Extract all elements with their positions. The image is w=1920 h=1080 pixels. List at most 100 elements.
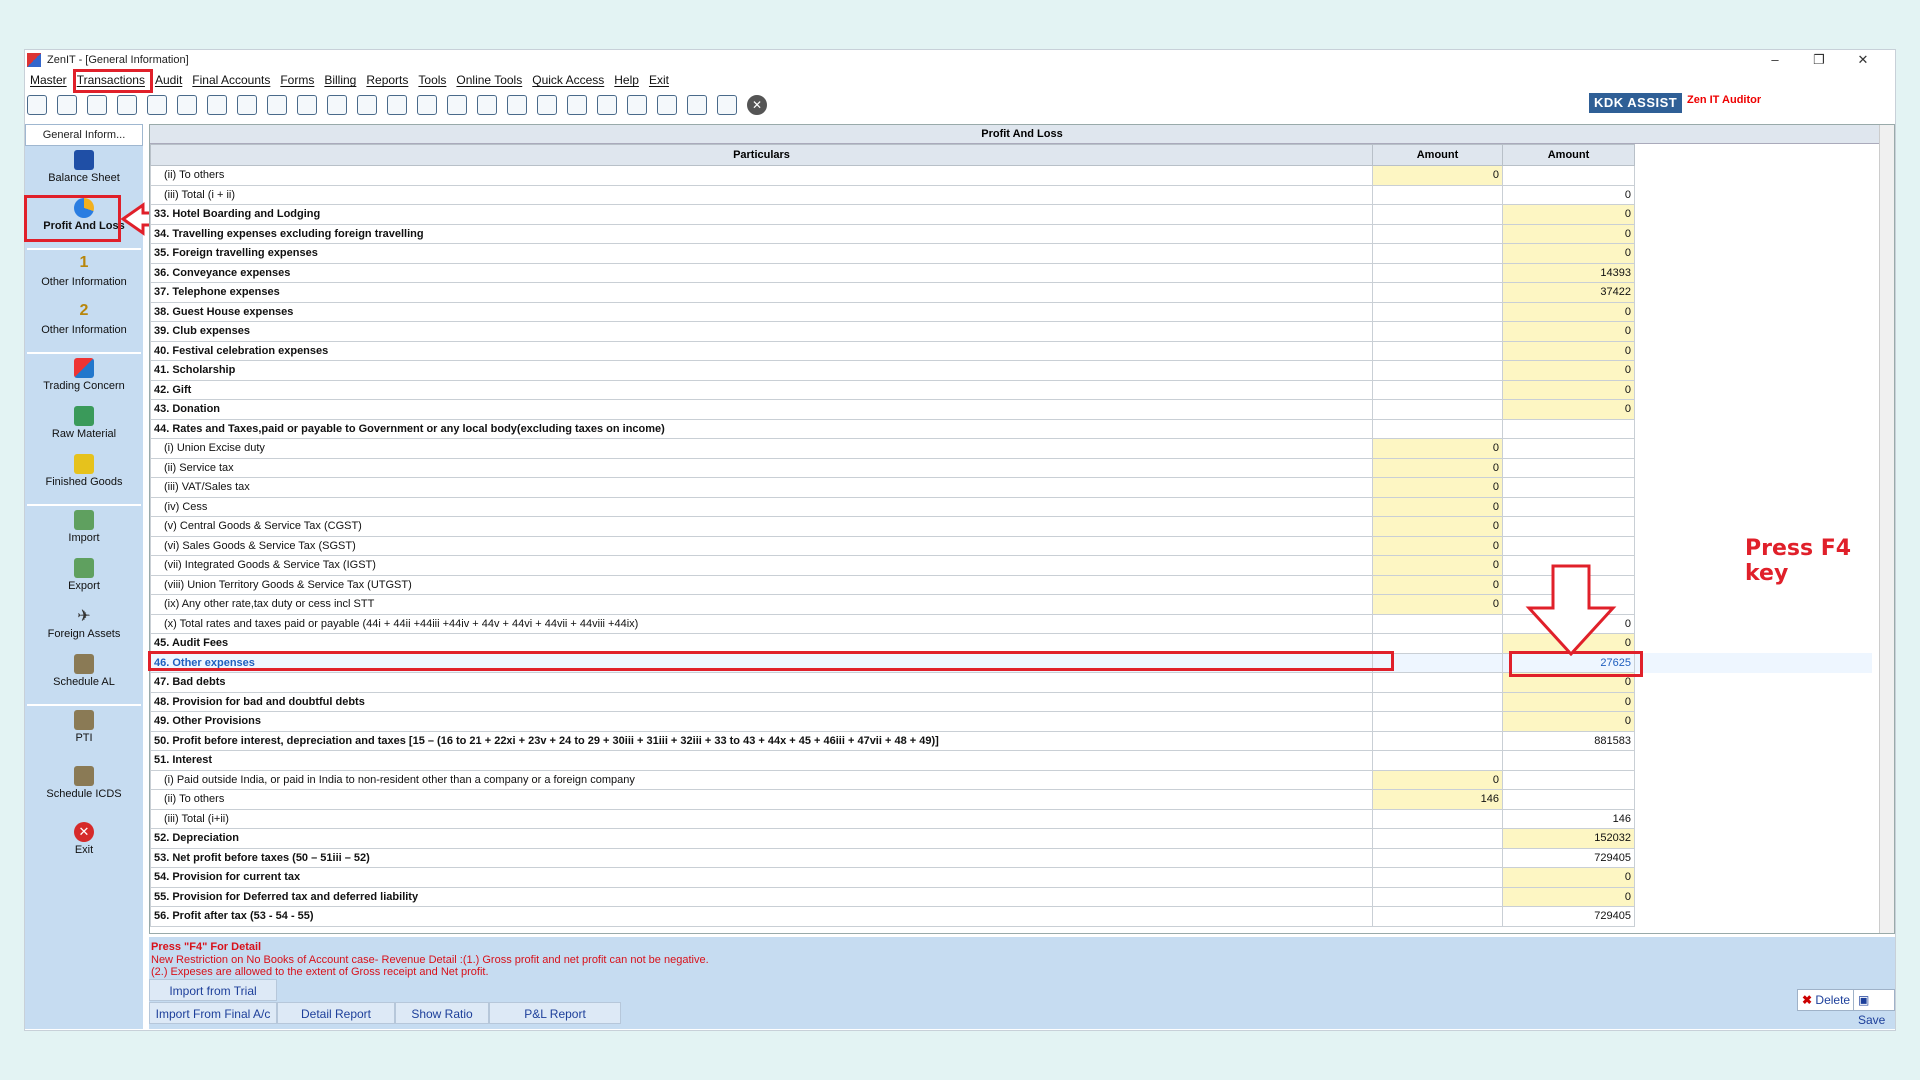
amount-2-cell[interactable]: 0 — [1502, 711, 1635, 732]
table-row[interactable]: 56. Profit after tax (53 - 54 - 55) 72940… — [150, 906, 1873, 927]
sidebar-item-schedule-al[interactable]: Schedule AL — [25, 654, 143, 688]
table-row[interactable]: 35. Foreign travelling expenses 0 — [150, 243, 1873, 264]
calendar-icon[interactable] — [537, 95, 557, 115]
amount-1-cell[interactable]: 0 — [1372, 555, 1503, 576]
tax-icon[interactable] — [267, 95, 287, 115]
table-row[interactable]: 34. Travelling expenses excluding foreig… — [150, 223, 1873, 244]
amount-1-cell[interactable]: 0 — [1372, 477, 1503, 498]
toolbar-tool-icon[interactable] — [27, 95, 47, 115]
menu-audit[interactable]: Audit — [150, 73, 187, 87]
table-row[interactable]: 36. Conveyance expenses 14393 — [150, 262, 1873, 283]
table-row[interactable]: 48. Provision for bad and doubtful debts… — [150, 691, 1873, 712]
minimize-button[interactable]: – — [1753, 50, 1797, 70]
sidebar-item-trading-concern[interactable]: Trading Concern — [25, 358, 143, 392]
sidebar-item-other-information-2[interactable]: 2 Other Information — [25, 302, 143, 336]
table-row[interactable]: (iv) Cess 0 — [150, 496, 1873, 517]
amount-2-cell[interactable]: 0 — [1502, 243, 1635, 264]
import-from-trial-balance-tab[interactable]: Import from Trial Balance — [149, 979, 277, 1020]
table-row[interactable]: 52. Depreciation 152032 — [150, 828, 1873, 849]
close-circle-icon[interactable]: ✕ — [747, 95, 767, 115]
sidebar-item-schedule-icds[interactable]: Schedule ICDS — [25, 766, 143, 800]
sidebar-item-export[interactable]: Export — [25, 558, 143, 592]
table-row[interactable]: 47. Bad debts 0 — [150, 672, 1873, 693]
sidebar-item-foreign-assets[interactable]: ✈ Foreign Assets — [25, 606, 143, 640]
kdk-assist-logo[interactable]: KDK ASSIST — [1589, 93, 1683, 113]
amount-2-cell[interactable]: 14393 — [1502, 262, 1635, 283]
filter-icon[interactable] — [237, 95, 257, 115]
table-row[interactable]: (i) Union Excise duty 0 — [150, 438, 1873, 459]
amount-2-cell[interactable]: 0 — [1502, 672, 1635, 693]
amount-2-cell[interactable]: 0 — [1502, 379, 1635, 400]
amount-1-cell[interactable]: 0 — [1372, 535, 1503, 556]
info-icon[interactable] — [447, 95, 467, 115]
amount-1-cell[interactable]: 0 — [1372, 438, 1503, 459]
menu-forms[interactable]: Forms — [275, 73, 319, 87]
detail-report-tab[interactable]: Detail Report — [277, 1002, 395, 1024]
sidebar-header[interactable]: General Inform... — [25, 124, 143, 146]
p-and-l-report-tab[interactable]: P&L Report — [489, 1002, 621, 1024]
amount-2-cell[interactable]: 0 — [1502, 691, 1635, 712]
amount-1-cell[interactable]: 0 — [1372, 516, 1503, 537]
table-row[interactable]: 53. Net profit before taxes (50 – 51iii … — [150, 847, 1873, 868]
table-row[interactable]: 55. Provision for Deferred tax and defer… — [150, 886, 1873, 907]
sidebar-item-finished-goods[interactable]: Finished Goods — [25, 454, 143, 488]
table-row[interactable]: 51. Interest — [150, 750, 1873, 771]
menu-master[interactable]: Master — [25, 73, 72, 87]
table-row[interactable]: (ii) To others 0 — [150, 165, 1873, 186]
amount-2-cell[interactable]: 0 — [1502, 399, 1635, 420]
table-row[interactable]: 43. Donation 0 — [150, 399, 1873, 420]
table-row[interactable]: (v) Central Goods & Service Tax (CGST) 0 — [150, 516, 1873, 537]
window-icon[interactable] — [627, 95, 647, 115]
amount-1-cell[interactable]: 0 — [1372, 769, 1503, 790]
tag-icon[interactable] — [207, 95, 227, 115]
table-row[interactable]: 42. Gift 0 — [150, 379, 1873, 400]
bar-chart-icon[interactable] — [117, 95, 137, 115]
amount-2-cell[interactable]: 0 — [1502, 223, 1635, 244]
sidebar-item-import[interactable]: Import — [25, 510, 143, 544]
amount-1-cell[interactable]: 0 — [1372, 165, 1503, 186]
amount-1-cell[interactable]: 0 — [1372, 457, 1503, 478]
import-from-final-ac-tab[interactable]: Import From Final A/c — [149, 1002, 277, 1024]
document-icon[interactable] — [417, 95, 437, 115]
gift-icon[interactable] — [147, 95, 167, 115]
table-row[interactable]: 33. Hotel Boarding and Lodging 0 — [150, 204, 1873, 225]
menu-final-accounts[interactable]: Final Accounts — [187, 73, 275, 87]
notes-icon[interactable] — [717, 95, 737, 115]
menu-reports[interactable]: Reports — [361, 73, 413, 87]
amount-2-cell[interactable]: 0 — [1502, 321, 1635, 342]
amount-2-cell[interactable]: 0 — [1502, 340, 1635, 361]
users-icon[interactable] — [177, 95, 197, 115]
ledger-icon[interactable] — [87, 95, 107, 115]
amount-2-cell[interactable]: 152032 — [1502, 828, 1635, 849]
amount-1-cell[interactable]: 0 — [1372, 574, 1503, 595]
refresh-icon[interactable] — [567, 95, 587, 115]
sidebar-item-pti[interactable]: PTI — [25, 710, 143, 744]
table-row[interactable]: 44. Rates and Taxes,paid or payable to G… — [150, 418, 1873, 439]
amount-1-cell[interactable]: 146 — [1372, 789, 1503, 810]
home-icon[interactable] — [57, 95, 77, 115]
amount-2-cell[interactable]: 37422 — [1502, 282, 1635, 303]
menu-tools[interactable]: Tools — [413, 73, 451, 87]
menu-transactions[interactable]: Transactions — [72, 73, 150, 87]
close-button[interactable]: ✕ — [1841, 50, 1885, 70]
amount-2-cell[interactable]: 0 — [1502, 886, 1635, 907]
menu-online-tools[interactable]: Online Tools — [451, 73, 527, 87]
media-icon[interactable] — [297, 95, 317, 115]
report-icon[interactable] — [477, 95, 497, 115]
table-row[interactable]: (iii) Total (i + ii) 0 — [150, 184, 1873, 205]
vertical-scrollbar[interactable] — [1879, 125, 1894, 933]
table-row[interactable]: (iii) VAT/Sales tax 0 — [150, 477, 1873, 498]
export-icon[interactable] — [597, 95, 617, 115]
table-row[interactable]: 49. Other Provisions 0 — [150, 711, 1873, 732]
table-row[interactable]: (vi) Sales Goods & Service Tax (SGST) 0 — [150, 535, 1873, 556]
table-row[interactable]: 40. Festival celebration expenses 0 — [150, 340, 1873, 361]
table-row[interactable]: (i) Paid outside India, or paid in India… — [150, 769, 1873, 790]
sidebar-item-balance-sheet[interactable]: Balance Sheet — [25, 150, 143, 184]
menu-help[interactable]: Help — [609, 73, 644, 87]
amount-2-cell[interactable]: 0 — [1502, 360, 1635, 381]
amount-2-cell[interactable]: 0 — [1502, 867, 1635, 888]
table-row[interactable]: 54. Provision for current tax 0 — [150, 867, 1873, 888]
sidebar-item-raw-material[interactable]: Raw Material — [25, 406, 143, 440]
table-row[interactable]: (iii) Total (i+ii) 146 — [150, 808, 1873, 829]
pay-icon[interactable] — [387, 95, 407, 115]
